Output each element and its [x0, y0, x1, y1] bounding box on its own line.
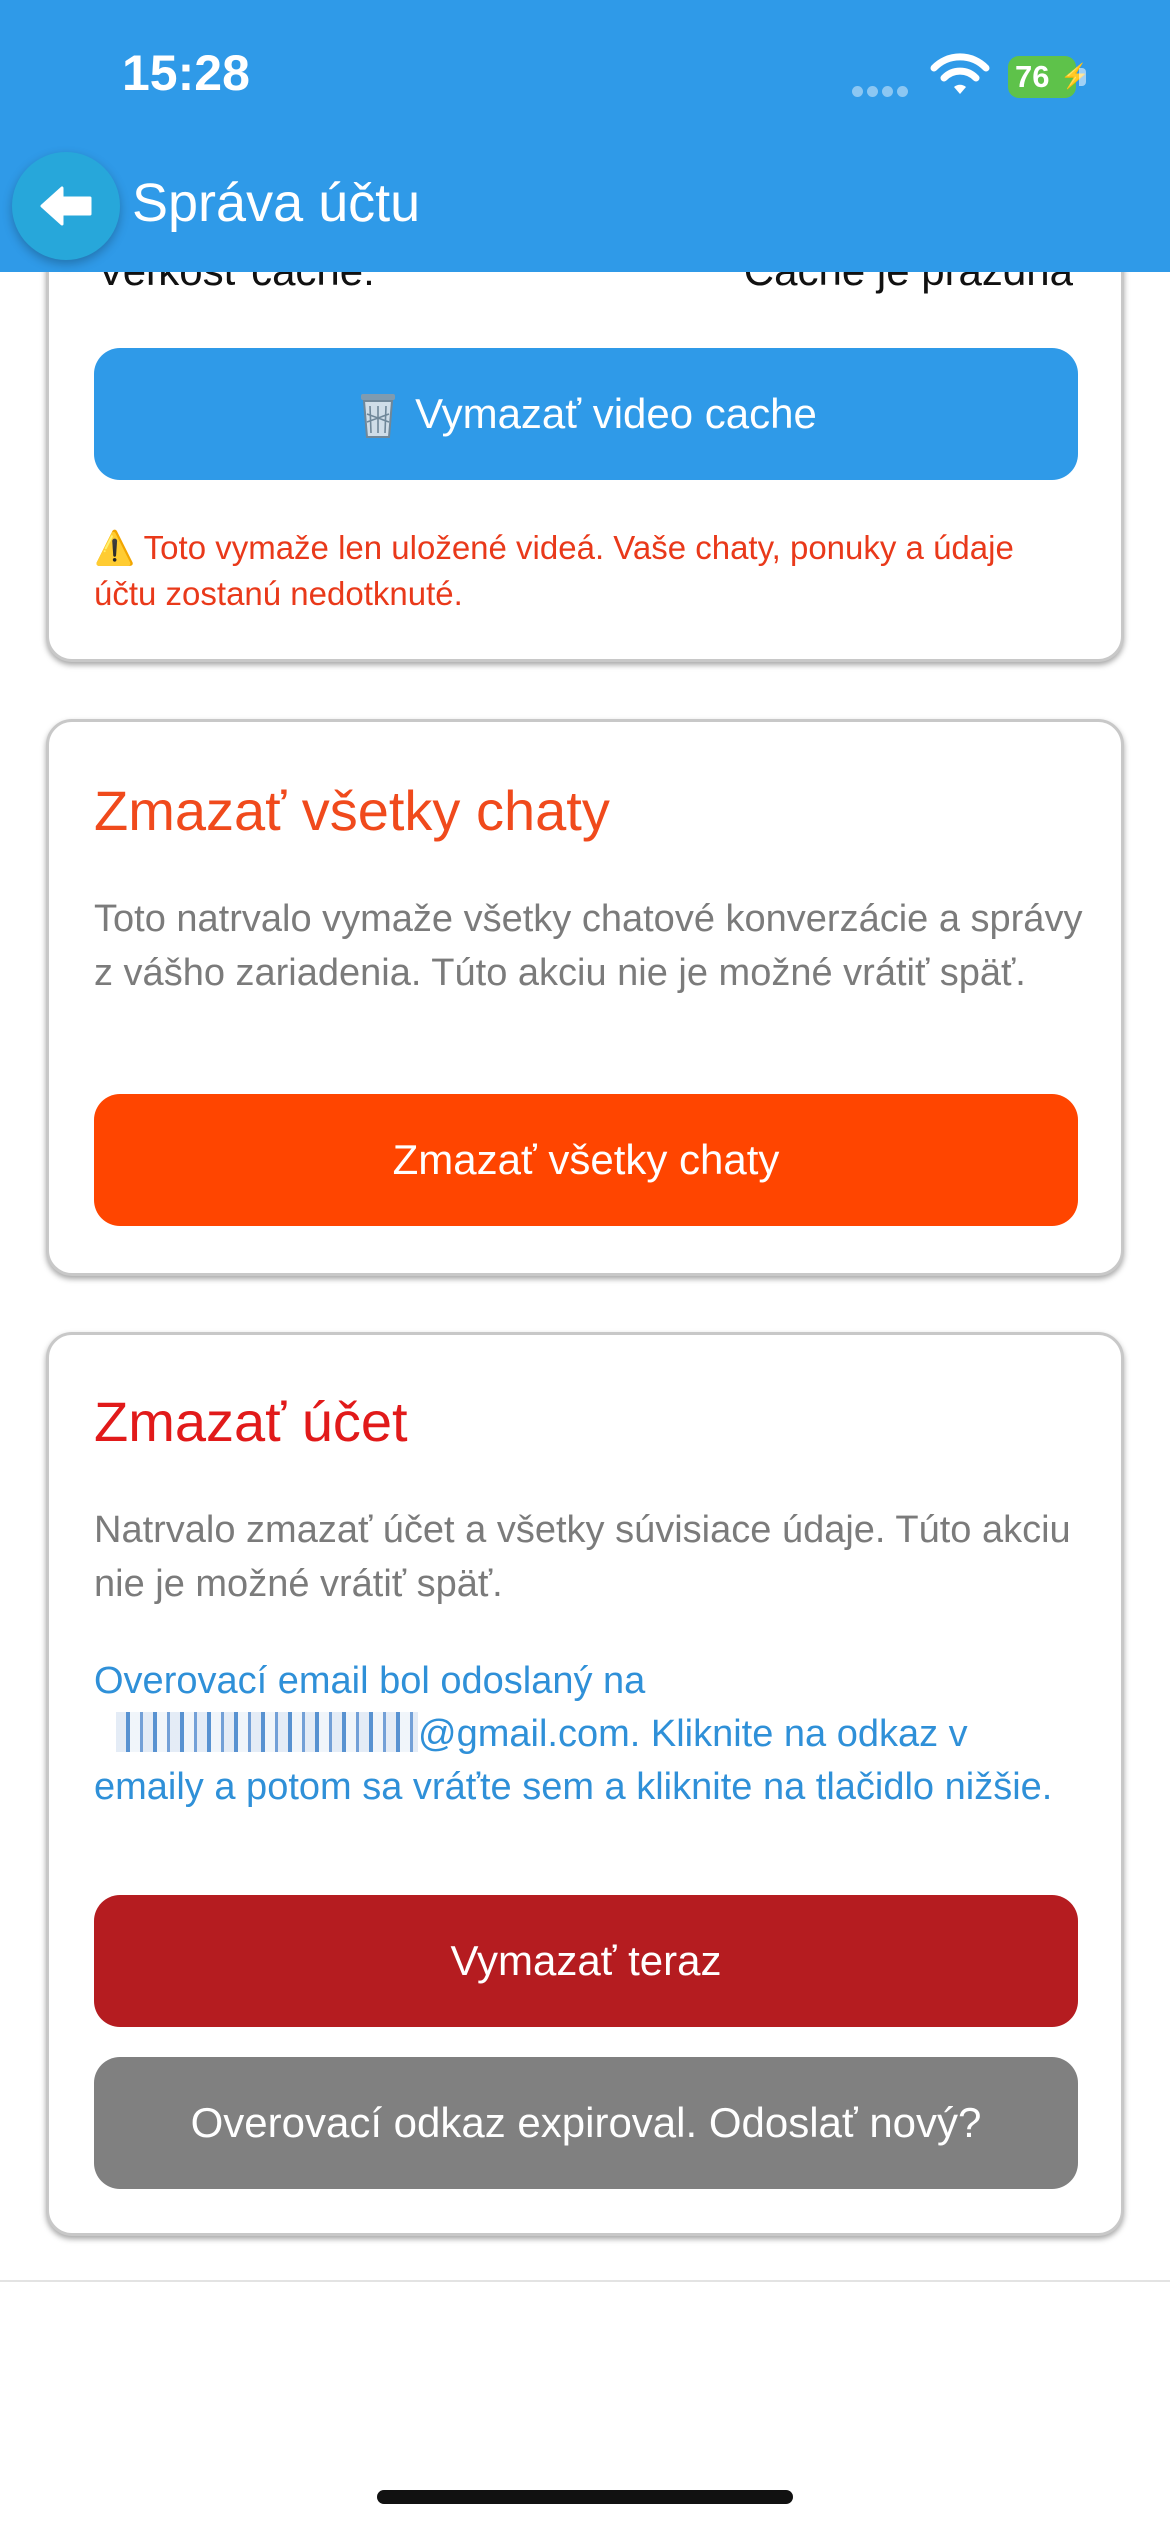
status-time: 15:28 [122, 45, 250, 101]
bottom-divider [0, 2280, 1170, 2282]
cache-warning: ⚠️ Toto vymaže len uložené videá. Vaše c… [94, 525, 1084, 617]
delete-chats-card: Zmazať všetky chaty Toto natrvalo vymaže… [46, 719, 1124, 1276]
verification-message: Overovací email bol odoslaný na @gmail.c… [94, 1655, 1084, 1814]
delete-account-description: Natrvalo zmazať účet a všetky súvisiace … [94, 1509, 1071, 1605]
arrow-left-icon [40, 186, 92, 226]
page-title: Správa účtu [132, 173, 421, 233]
clear-video-cache-button[interactable]: Vymazať video cache [94, 348, 1078, 480]
battery-cap [1079, 68, 1086, 86]
delete-all-chats-button[interactable]: Zmazať všetky chaty [94, 1094, 1078, 1226]
verification-prefix: Overovací email bol odoslaný na [94, 1660, 646, 1702]
battery-icon: 76 ⚡ [1008, 56, 1090, 98]
delete-all-chats-label: Zmazať všetky chaty [392, 1136, 780, 1183]
app-header: 15:28 76 ⚡ Správa účtu [0, 0, 1170, 272]
battery-level: 76 [1015, 59, 1050, 94]
delete-now-label: Vymazať teraz [450, 1937, 722, 1984]
wifi-icon [930, 52, 990, 100]
back-button[interactable] [12, 152, 120, 260]
delete-account-title: Zmazať účet [94, 1390, 408, 1453]
home-indicator[interactable] [377, 2490, 793, 2504]
redacted-email [116, 1712, 418, 1752]
delete-now-button[interactable]: Vymazať teraz [94, 1895, 1078, 2027]
trash-icon [361, 394, 396, 438]
resend-verification-button[interactable]: Overovací odkaz expiroval. Odoslať nový? [94, 2057, 1078, 2189]
delete-chats-title: Zmazať všetky chaty [94, 779, 610, 842]
delete-account-card: Zmazať účet Natrvalo zmazať účet a všetk… [46, 1332, 1124, 2236]
resend-verification-label: Overovací odkaz expiroval. Odoslať nový? [190, 2099, 982, 2146]
cache-warning-text: Toto vymaže len uložené videá. Vaše chat… [94, 529, 1014, 612]
warning-icon: ⚠️ [94, 529, 136, 566]
clear-video-cache-label: Vymazať video cache [415, 390, 817, 437]
delete-chats-description: Toto natrvalo vymaže všetky chatové konv… [94, 898, 1083, 994]
